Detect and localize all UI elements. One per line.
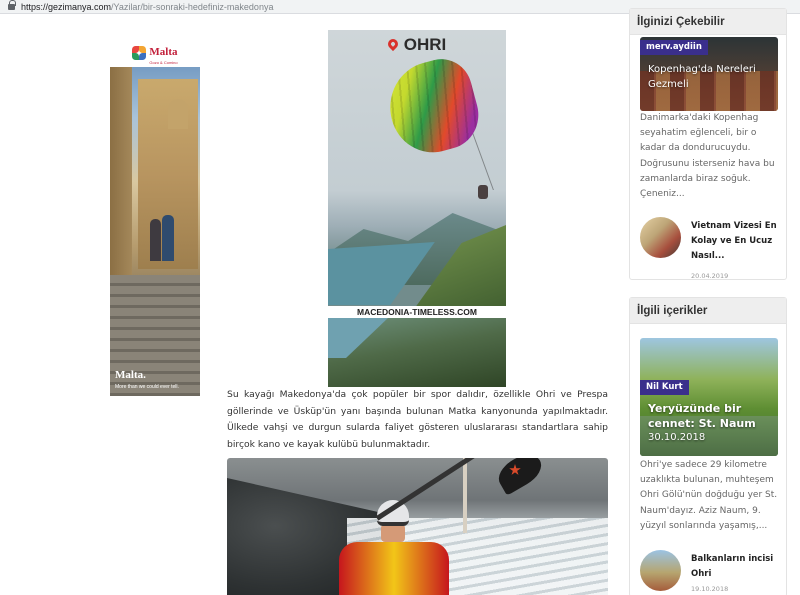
featured-post-card[interactable]: merv.aydiin Kopenhag'da Nereleri Gezmeli bbox=[640, 37, 778, 111]
ad-person-image bbox=[150, 219, 161, 261]
post-title-link[interactable]: Balkanların incisi Ohri bbox=[691, 552, 781, 582]
malta-logo-subtitle: Gozo & Comino bbox=[149, 59, 178, 65]
location-pin-icon bbox=[385, 36, 400, 52]
featured-post-title[interactable]: Kopenhag'da Nereleri Gezmeli bbox=[648, 62, 768, 92]
malta-tagline: More than we could ever tell. bbox=[115, 384, 179, 390]
ad-person-image bbox=[162, 215, 174, 261]
article-paragraph: Su kayağı Makedonya'da çok popüler bir s… bbox=[227, 389, 608, 450]
malta-logo: Malta Gozo & Comino bbox=[110, 39, 200, 67]
author-badge[interactable]: Nil Kurt bbox=[640, 380, 689, 395]
post-thumbnail[interactable] bbox=[640, 217, 681, 258]
malta-brand-text: Malta. bbox=[115, 369, 146, 381]
ohri-ad-caption: MACEDONIA-TIMELESS.COM bbox=[328, 306, 506, 318]
sidebar-widget-recommended: İlginizi Çekebilir merv.aydiin Kopenhag'… bbox=[629, 8, 787, 280]
ohri-ad-title-text: OHRI bbox=[403, 35, 447, 54]
kayak-photo bbox=[227, 458, 608, 595]
related-post-item[interactable]: Vietnam Vizesi En Kolay ve En Ucuz Nasıl… bbox=[640, 217, 781, 280]
ohri-ad-title: OHRI bbox=[328, 35, 506, 55]
ad-column-image bbox=[110, 67, 132, 287]
kayak-photo-pole bbox=[463, 458, 467, 533]
url-host: https://gezimanya.com bbox=[21, 1, 112, 12]
related-post-item[interactable]: Balkanların incisi Ohri 19.10.2018 bbox=[640, 550, 780, 595]
kayaker-body bbox=[339, 542, 449, 595]
lock-icon bbox=[8, 0, 16, 10]
featured-post-card[interactable]: Nil Kurt Yeryüzünde bir cennet: St. Naum… bbox=[640, 338, 778, 456]
paraglider-pilot-image bbox=[478, 185, 488, 199]
sidebar-widget-related: İlgili içerikler Nil Kurt Yeryüzünde bir… bbox=[629, 297, 787, 595]
post-date: 20.04.2019 bbox=[691, 272, 729, 280]
ohri-ad-banner[interactable]: OHRI MACEDONIA-TIMELESS.COM bbox=[328, 30, 506, 387]
malta-logo-text: Malta bbox=[149, 45, 178, 58]
ad-tower-image bbox=[168, 99, 188, 129]
featured-post-date: 30.10.2018 bbox=[648, 432, 706, 443]
featured-post-excerpt: Danimarka'daki Kopenhag seyahatim eğlenc… bbox=[640, 113, 775, 200]
kayak-paddle-blade bbox=[493, 458, 547, 496]
post-thumbnail[interactable] bbox=[640, 550, 681, 591]
featured-post-excerpt: Ohri'ye sadece 29 kilometre uzaklıkta bu… bbox=[640, 460, 778, 531]
post-title-link[interactable]: Vietnam Vizesi En Kolay ve En Ucuz Nasıl… bbox=[691, 219, 781, 264]
author-badge[interactable]: merv.aydiin bbox=[640, 40, 708, 55]
featured-post-title[interactable]: Yeryüzünde bir cennet: St. Naum bbox=[648, 401, 776, 431]
url-text[interactable]: https://gezimanya.com/Yazilar/bir-sonrak… bbox=[21, 2, 273, 12]
widget-title: İlgili içerikler bbox=[630, 298, 786, 324]
post-date: 19.10.2018 bbox=[691, 585, 729, 593]
kayaker-face bbox=[381, 524, 405, 542]
malta-ad-banner[interactable]: Malta Gozo & Comino Malta. More than we … bbox=[110, 39, 200, 396]
widget-title: İlginizi Çekebilir bbox=[630, 9, 786, 35]
malta-flower-icon bbox=[132, 46, 147, 60]
url-path: /Yazilar/bir-sonraki-hedefiniz-makedonya bbox=[111, 1, 274, 12]
